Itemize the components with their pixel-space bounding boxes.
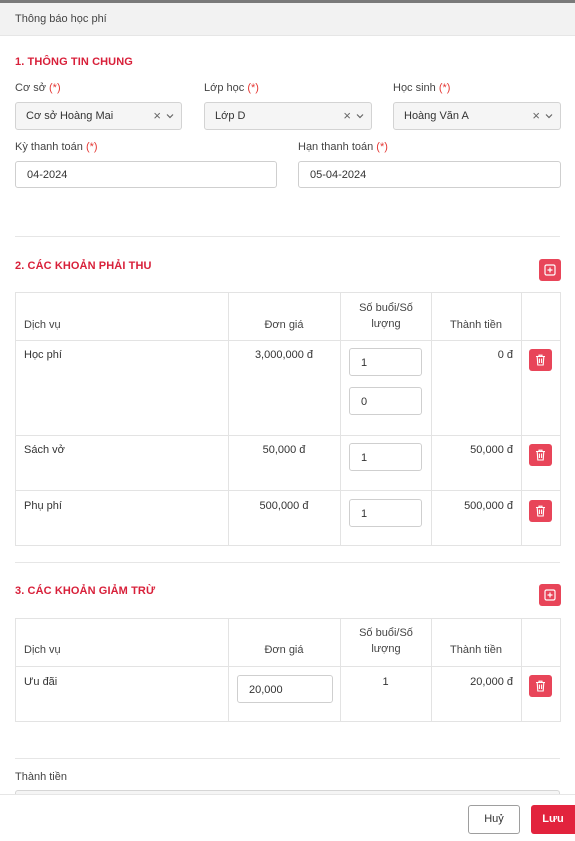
column-divider [340, 293, 341, 545]
table-cell-unit-price: 500,000 đ [259, 500, 309, 512]
section-general-title: 1. THÔNG TIN CHUNG [15, 56, 133, 68]
row-divider [16, 666, 560, 667]
table-cell-unit-price: 50,000 đ [262, 444, 306, 456]
class-value: Lớp D [215, 110, 246, 122]
quantity-input-secondary[interactable]: 0 [349, 387, 422, 415]
total-label: Thành tiền [15, 771, 67, 783]
quantity-input[interactable]: 1 [349, 499, 422, 527]
column-divider [521, 293, 522, 545]
column-header-service: Dịch vụ [24, 644, 61, 656]
delete-row-button[interactable] [529, 675, 552, 697]
student-label: Học sinh (*) [393, 82, 451, 94]
column-divider [431, 619, 432, 721]
chevron-down-icon[interactable] [355, 111, 365, 121]
period-label: Kỳ thanh toán (*) [15, 141, 98, 153]
plus-square-icon [544, 264, 556, 276]
save-button[interactable]: Lưu [531, 805, 575, 834]
row-divider [16, 435, 560, 436]
table-cell-amount: 50,000 đ [470, 444, 513, 456]
deadline-label: Hạn thanh toán (*) [298, 141, 388, 153]
quantity-input[interactable]: 1 [349, 443, 422, 471]
chevron-down-icon[interactable] [544, 111, 554, 121]
deductions-table: Dịch vụ Đơn giá Số buổi/Số lượng Thành t… [15, 618, 561, 722]
divider [15, 758, 560, 759]
column-divider [228, 619, 229, 721]
modal-header: Thông báo học phí [0, 3, 575, 36]
column-header-unit-price: Đơn giá [264, 644, 304, 656]
add-deduction-button[interactable] [539, 584, 561, 606]
column-header-amount: Thành tiền [450, 319, 502, 331]
campus-value: Cơ sở Hoàng Mai [26, 110, 114, 122]
add-receivable-button[interactable] [539, 259, 561, 281]
column-header-service: Dịch vụ [24, 319, 61, 331]
column-header-quantity: Số buổi/Số lượng [359, 627, 413, 655]
period-input[interactable]: 04-2024 [15, 161, 277, 188]
column-header-quantity: Số buổi/Số lượng [359, 302, 413, 330]
column-divider [521, 619, 522, 721]
section-receivables-title: 2. CÁC KHOẢN PHẢI THU [15, 260, 152, 272]
close-icon[interactable]: × [532, 108, 540, 123]
column-divider [340, 619, 341, 721]
class-label: Lớp học (*) [204, 82, 259, 94]
delete-row-button[interactable] [529, 444, 552, 466]
row-divider [16, 490, 560, 491]
table-cell-service: Ưu đãi [24, 676, 58, 688]
delete-row-button[interactable] [529, 349, 552, 371]
unit-price-input[interactable]: 20,000 [237, 675, 333, 703]
section-deductions-title: 3. CÁC KHOẢN GIẢM TRỪ [15, 585, 156, 597]
table-cell-amount: 20,000 đ [470, 676, 513, 688]
student-value: Hoàng Văn A [404, 110, 469, 122]
plus-square-icon [544, 589, 556, 601]
campus-select[interactable]: Cơ sở Hoàng Mai × [15, 102, 182, 130]
student-select[interactable]: Hoàng Văn A × [393, 102, 561, 130]
receivables-table: Dịch vụ Đơn giá Số buổi/Số lượng Thành t… [15, 292, 561, 546]
table-cell-service: Học phí [24, 349, 62, 361]
delete-row-button[interactable] [529, 500, 552, 522]
modal-title: Thông báo học phí [15, 13, 107, 25]
quantity-input[interactable]: 1 [349, 348, 422, 376]
column-header-amount: Thành tiền [450, 644, 502, 656]
table-cell-service: Sách vở [24, 444, 65, 456]
table-cell-amount: 500,000 đ [464, 500, 513, 512]
class-select[interactable]: Lớp D × [204, 102, 372, 130]
divider [15, 236, 560, 237]
trash-icon [536, 680, 545, 692]
table-cell-service: Phụ phí [24, 500, 62, 512]
close-icon[interactable]: × [153, 108, 161, 123]
chevron-down-icon[interactable] [165, 111, 175, 121]
trash-icon [536, 505, 545, 517]
divider [15, 562, 560, 563]
row-divider [16, 340, 560, 341]
close-icon[interactable]: × [343, 108, 351, 123]
trash-icon [536, 354, 545, 366]
column-header-unit-price: Đơn giá [264, 319, 304, 331]
trash-icon [536, 449, 545, 461]
campus-label: Cơ sở (*) [15, 82, 61, 94]
cancel-button[interactable]: Huỷ [468, 805, 520, 834]
table-cell-quantity: 1 [382, 676, 389, 688]
table-cell-amount: 0 đ [497, 349, 513, 361]
table-cell-unit-price: 3,000,000 đ [254, 349, 314, 361]
deadline-input[interactable]: 05-04-2024 [298, 161, 561, 188]
